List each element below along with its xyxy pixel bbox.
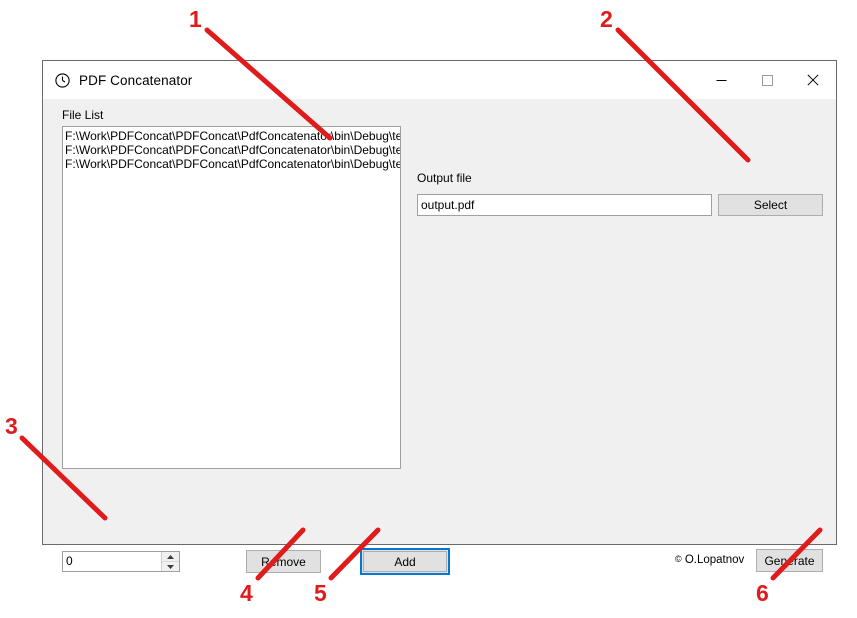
window-controls — [698, 61, 836, 99]
credit-author: O.Lopatnov — [681, 554, 745, 566]
output-file-label: Output file — [417, 171, 472, 185]
list-item[interactable]: F:\Work\PDFConcat\PDFConcat\PdfConcatena… — [65, 143, 400, 157]
file-list-label: File List — [62, 108, 104, 122]
maximize-button[interactable] — [744, 61, 790, 99]
file-list-box[interactable]: F:\Work\PDFConcat\PDFConcat\PdfConcatena… — [62, 126, 401, 469]
add-button[interactable]: Add — [363, 551, 447, 572]
window-title: PDF Concatenator — [79, 72, 193, 88]
annotation-number-3: 3 — [5, 413, 18, 439]
page-number-stepper[interactable]: 0 — [62, 551, 180, 572]
spinner-up-button[interactable] — [162, 552, 179, 561]
spinner-down-arrow-icon — [167, 564, 174, 569]
list-item[interactable]: F:\Work\PDFConcat\PDFConcat\PdfConcatena… — [65, 157, 400, 171]
annotation-number-2: 2 — [600, 6, 613, 32]
close-button[interactable] — [790, 61, 836, 99]
spinner-down-button[interactable] — [162, 561, 179, 571]
spinner-buttons — [161, 552, 179, 571]
spinner-up-arrow-icon — [167, 554, 174, 559]
generate-button[interactable]: Generate — [756, 549, 823, 572]
clock-circle-icon — [55, 72, 70, 88]
maximize-icon — [761, 74, 773, 86]
add-button-focus-ring: Add — [360, 548, 450, 575]
annotation-number-4: 4 — [240, 580, 253, 606]
page-number-input[interactable]: 0 — [63, 552, 161, 571]
credit-label: © O.Lopatnov — [675, 554, 744, 566]
title-bar[interactable]: PDF Concatenator — [43, 61, 836, 99]
annotation-number-1: 1 — [189, 6, 202, 32]
close-icon — [807, 74, 819, 86]
copyright-icon: © — [675, 554, 682, 564]
title-bar-left-group: PDF Concatenator — [43, 73, 192, 88]
select-output-button[interactable]: Select — [718, 194, 823, 216]
output-file-input[interactable] — [417, 194, 712, 216]
minimize-button[interactable] — [698, 61, 744, 99]
remove-button[interactable]: Remove — [246, 550, 321, 573]
client-area: File List F:\Work\PDFConcat\PDFConcat\Pd… — [43, 99, 836, 575]
application-window: PDF Concatenator File List F:\Work\PDFCo… — [42, 60, 837, 575]
minimize-icon — [716, 75, 727, 86]
annotation-number-6: 6 — [756, 580, 769, 606]
annotation-number-5: 5 — [314, 580, 327, 606]
list-item[interactable]: F:\Work\PDFConcat\PDFConcat\PdfConcatena… — [65, 129, 400, 143]
